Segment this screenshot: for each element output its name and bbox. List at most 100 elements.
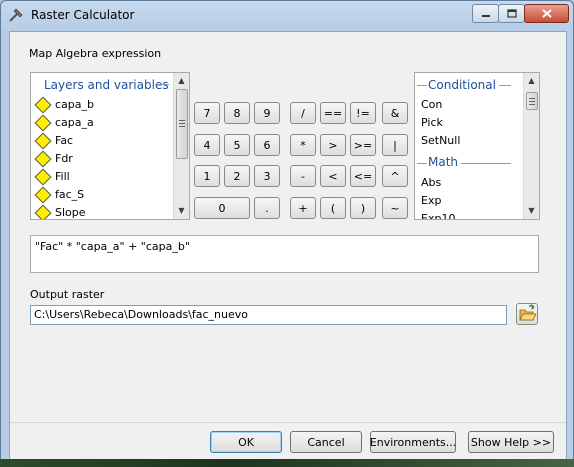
maximize-button[interactable] — [498, 4, 525, 23]
grip-line — [529, 101, 535, 102]
minimize-button[interactable] — [472, 4, 499, 23]
key-8[interactable]: 8 — [224, 102, 250, 124]
layer-item[interactable]: fac_S — [31, 186, 171, 204]
layer-label: Fac — [55, 134, 74, 147]
ok-button[interactable]: OK — [210, 431, 282, 453]
raster-layer-icon — [34, 204, 52, 219]
grip-line — [529, 104, 535, 105]
key-less[interactable]: < — [320, 165, 346, 187]
key-multiply[interactable]: * — [290, 134, 316, 156]
function-item[interactable]: Con — [415, 97, 521, 114]
key-xor[interactable]: ^ — [382, 165, 408, 187]
key-less-equal[interactable]: <= — [350, 165, 376, 187]
header-rule — [417, 85, 427, 86]
raster-layer-icon — [34, 132, 52, 150]
close-icon — [541, 9, 552, 18]
scroll-down-icon[interactable]: ▼ — [524, 203, 539, 218]
cancel-button[interactable]: Cancel — [290, 431, 362, 453]
key-5[interactable]: 5 — [224, 134, 250, 156]
key-6[interactable]: 6 — [254, 134, 280, 156]
key-decimal[interactable]: . — [254, 197, 280, 219]
key-greater[interactable]: > — [320, 134, 346, 156]
scroll-up-icon[interactable]: ▲ — [524, 73, 539, 88]
key-4[interactable]: 4 — [194, 134, 220, 156]
environments-button[interactable]: Environments... — [370, 431, 456, 453]
key-open-paren[interactable]: ( — [320, 197, 346, 219]
grip-line — [179, 123, 185, 124]
key-1[interactable]: 1 — [194, 165, 220, 187]
key-not-equal[interactable]: != — [350, 102, 376, 124]
key-close-paren[interactable]: ) — [350, 197, 376, 219]
functions-list[interactable]: Conditional Con Pick SetNull Math Abs Ex… — [414, 72, 540, 220]
function-item[interactable]: Pick — [415, 115, 521, 132]
function-label: Con — [421, 98, 443, 111]
layers-header: Layers and variables — [44, 78, 169, 92]
title-bar[interactable]: Raster Calculator — [1, 1, 573, 31]
header-rule — [461, 163, 511, 164]
header-rule — [155, 84, 169, 85]
layer-item[interactable]: capa_a — [31, 114, 171, 132]
scroll-down-icon[interactable]: ▼ — [174, 203, 189, 218]
show-help-button[interactable]: Show Help >> — [468, 431, 554, 453]
function-item[interactable]: SetNull — [415, 133, 521, 150]
key-and[interactable]: & — [382, 102, 408, 124]
output-raster-value: C:\Users\Rebeca\Downloads\fac_nuevo — [34, 308, 248, 321]
key-0[interactable]: 0 — [194, 197, 250, 219]
layers-list[interactable]: Layers and variables capa_b capa_a Fac F… — [30, 72, 190, 220]
layer-item[interactable]: Slope — [31, 204, 171, 219]
minimize-icon — [481, 14, 490, 17]
grip-line — [179, 126, 185, 127]
maximize-icon — [506, 9, 517, 18]
section-label: Map Algebra expression — [29, 47, 162, 60]
scroll-up-icon[interactable]: ▲ — [174, 73, 189, 88]
raster-layer-icon — [34, 96, 52, 114]
function-label: Abs — [421, 176, 442, 189]
close-button[interactable] — [524, 4, 569, 23]
scroll-thumb[interactable] — [526, 92, 538, 110]
raster-layer-icon — [34, 168, 52, 186]
raster-layer-icon — [34, 150, 52, 168]
layer-item[interactable]: Fdr — [31, 150, 171, 168]
layer-item[interactable]: Fill — [31, 168, 171, 186]
expression-text: "Fac" * "capa_a" + "capa_b" — [35, 240, 190, 253]
key-divide[interactable]: / — [290, 102, 316, 124]
layer-label: Fill — [55, 170, 70, 183]
open-folder-icon — [519, 304, 537, 321]
window-title: Raster Calculator — [31, 8, 135, 22]
function-item[interactable]: Exp10 — [415, 211, 521, 219]
raster-layer-icon — [34, 186, 52, 204]
grip-line — [529, 98, 535, 99]
function-item[interactable]: Exp — [415, 193, 521, 210]
layer-label: Slope — [55, 206, 86, 219]
key-not[interactable]: ~ — [382, 197, 408, 219]
key-plus[interactable]: + — [290, 197, 316, 219]
function-label: Pick — [421, 116, 443, 129]
raster-calculator-window: Raster Calculator Map Algebra expression… — [0, 0, 574, 467]
function-item[interactable]: Abs — [415, 175, 521, 192]
key-minus[interactable]: - — [290, 165, 316, 187]
browse-button[interactable] — [516, 303, 538, 325]
dialog-body: Map Algebra expression Layers and variab… — [9, 31, 567, 461]
layer-item[interactable]: capa_b — [31, 96, 171, 114]
functions-scrollbar[interactable]: ▲ ▼ — [523, 73, 539, 219]
footer-separator — [10, 422, 566, 423]
layer-label: capa_a — [55, 116, 94, 129]
desktop-background — [0, 459, 574, 467]
key-3[interactable]: 3 — [254, 165, 280, 187]
key-7[interactable]: 7 — [194, 102, 220, 124]
header-rule — [499, 85, 511, 86]
output-raster-input[interactable]: C:\Users\Rebeca\Downloads\fac_nuevo — [30, 305, 507, 325]
key-2[interactable]: 2 — [224, 165, 250, 187]
key-or[interactable]: | — [382, 134, 408, 156]
function-label: SetNull — [421, 134, 461, 147]
layers-scrollbar[interactable]: ▲ ▼ — [173, 73, 189, 219]
layer-label: fac_S — [55, 188, 85, 201]
key-greater-equal[interactable]: >= — [350, 134, 376, 156]
layer-item[interactable]: Fac — [31, 132, 171, 150]
hammer-icon — [9, 8, 23, 22]
key-9[interactable]: 9 — [254, 102, 280, 124]
layer-label: Fdr — [55, 152, 73, 165]
expression-textbox[interactable]: "Fac" * "capa_a" + "capa_b" — [30, 235, 539, 273]
key-equal[interactable]: == — [320, 102, 346, 124]
scroll-thumb[interactable] — [176, 89, 188, 159]
